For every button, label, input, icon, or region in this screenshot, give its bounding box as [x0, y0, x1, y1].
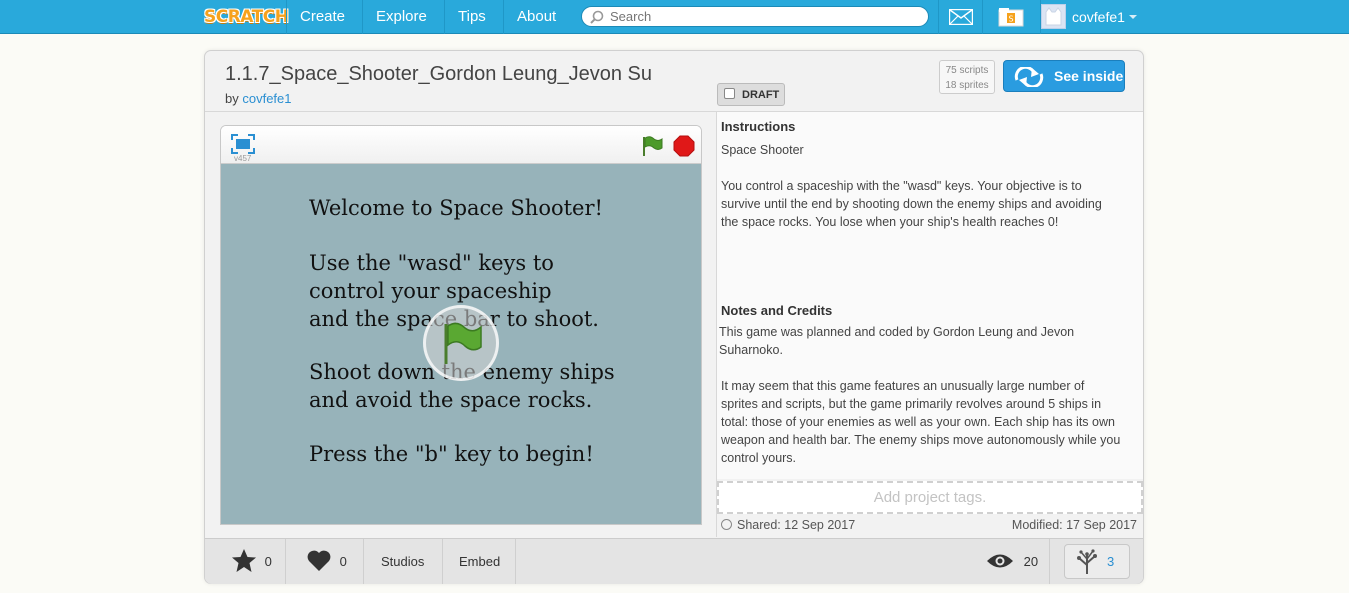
- my-stuff-button[interactable]: S: [982, 0, 1040, 34]
- project-stats-bar: 0 0 Studios Embed 20 3: [205, 538, 1143, 584]
- star-icon: [232, 549, 256, 572]
- instructions-title-line: Space Shooter: [721, 143, 804, 157]
- views-stat: 20: [986, 539, 1038, 584]
- project-panel: 1.1.7_Space_Shooter_Gordon Leung_Jevon S…: [204, 50, 1144, 584]
- stats-divider: [363, 539, 364, 584]
- nav-about-link[interactable]: About: [503, 0, 569, 34]
- stats-divider: [285, 539, 286, 584]
- search-icon: [590, 10, 604, 24]
- modified-date: Modified: 17 Sep 2017: [1011, 518, 1137, 532]
- stage-text-welcome: Welcome to Space Shooter!: [309, 196, 603, 220]
- add-project-tags-input[interactable]: Add project tags.: [717, 481, 1143, 514]
- project-notes: Instructions Space Shooter You control a…: [717, 112, 1143, 479]
- nav-explore-link[interactable]: Explore: [362, 0, 440, 34]
- stats-divider: [1049, 539, 1050, 584]
- instructions-heading: Instructions: [721, 119, 796, 134]
- stage-text-begin: Press the "b" key to begin!: [309, 442, 594, 466]
- instructions-text: You control a spaceship with the "wasd" …: [721, 179, 1102, 229]
- avatar: [1041, 4, 1066, 29]
- favorite-button[interactable]: 0: [231, 539, 272, 584]
- search-box[interactable]: [581, 6, 929, 27]
- nav-create-link[interactable]: Create: [286, 0, 358, 34]
- cat-avatar-icon: [1045, 7, 1062, 26]
- envelope-icon: [949, 9, 973, 25]
- clock-icon: [721, 519, 732, 530]
- project-title: 1.1.7_Space_Shooter_Gordon Leung_Jevon S…: [225, 63, 653, 85]
- byline: by covfefe1: [225, 91, 292, 106]
- stage[interactable]: Welcome to Space Shooter! Use the "wasd"…: [221, 164, 701, 524]
- remix-tree-button[interactable]: 3: [1064, 544, 1130, 579]
- sprites-count: 18 sprites: [945, 80, 989, 91]
- author-link[interactable]: covfefe1: [242, 91, 291, 106]
- project-player: v457 Welcome to Space Shooter! Use the "…: [220, 125, 702, 525]
- byline-prefix: by: [225, 91, 239, 106]
- user-menu[interactable]: covfefe1: [1040, 0, 1144, 34]
- eye-icon: [987, 554, 1013, 568]
- see-inside-label: See inside: [1054, 68, 1124, 84]
- svg-text:S: S: [1008, 15, 1013, 24]
- see-inside-icon: [1014, 67, 1044, 87]
- search-input[interactable]: [610, 8, 920, 25]
- nav-inner: SCRATCH Create Explore Tips About Search…: [204, 0, 1144, 34]
- top-nav-bar: SCRATCH Create Explore Tips About Search…: [0, 0, 1349, 34]
- project-counts: 75 scripts 18 sprites: [939, 60, 995, 94]
- notes-text-2: It may seem that this game features an u…: [721, 379, 1121, 465]
- heart-icon: [307, 550, 331, 571]
- notes-heading: Notes and Credits: [721, 303, 833, 318]
- draft-label: DRAFT: [742, 89, 780, 101]
- stats-divider: [515, 539, 516, 584]
- messages-button[interactable]: [938, 0, 982, 34]
- studios-button[interactable]: Studios: [381, 539, 424, 584]
- fullscreen-icon[interactable]: [231, 134, 255, 154]
- chevron-down-icon: [1129, 15, 1137, 19]
- remix-tree-icon: [1077, 549, 1097, 574]
- views-count: 20: [1023, 554, 1039, 569]
- scripts-count: 75 scripts: [945, 65, 989, 76]
- loves-count: 0: [339, 554, 347, 569]
- notes-text-1: This game was planned and coded by Gordo…: [719, 325, 1075, 357]
- favorites-count: 0: [264, 554, 272, 569]
- folder-icon: S: [998, 8, 1024, 27]
- stats-divider: [442, 539, 443, 584]
- play-overlay-button[interactable]: [423, 305, 499, 381]
- shared-date: Shared: 12 Sep 2017: [721, 518, 855, 532]
- scratch-logo[interactable]: SCRATCH: [204, 5, 289, 29]
- remixes-count: 3: [1107, 554, 1115, 569]
- username: covfefe1: [1072, 9, 1125, 25]
- draft-toggle[interactable]: DRAFT: [717, 83, 785, 106]
- stop-icon[interactable]: [673, 135, 695, 157]
- green-flag-icon[interactable]: [641, 135, 663, 157]
- love-button[interactable]: 0: [306, 539, 347, 584]
- draft-checkbox[interactable]: [724, 88, 735, 99]
- embed-button[interactable]: Embed: [459, 539, 500, 584]
- see-inside-button[interactable]: See inside: [1003, 60, 1125, 92]
- player-controls-bar: v457: [221, 126, 701, 164]
- player-version: v457: [234, 154, 252, 163]
- shared-date-text: Shared: 12 Sep 2017: [737, 518, 856, 532]
- nav-tips-link[interactable]: Tips: [444, 0, 499, 34]
- green-flag-icon: [444, 322, 482, 364]
